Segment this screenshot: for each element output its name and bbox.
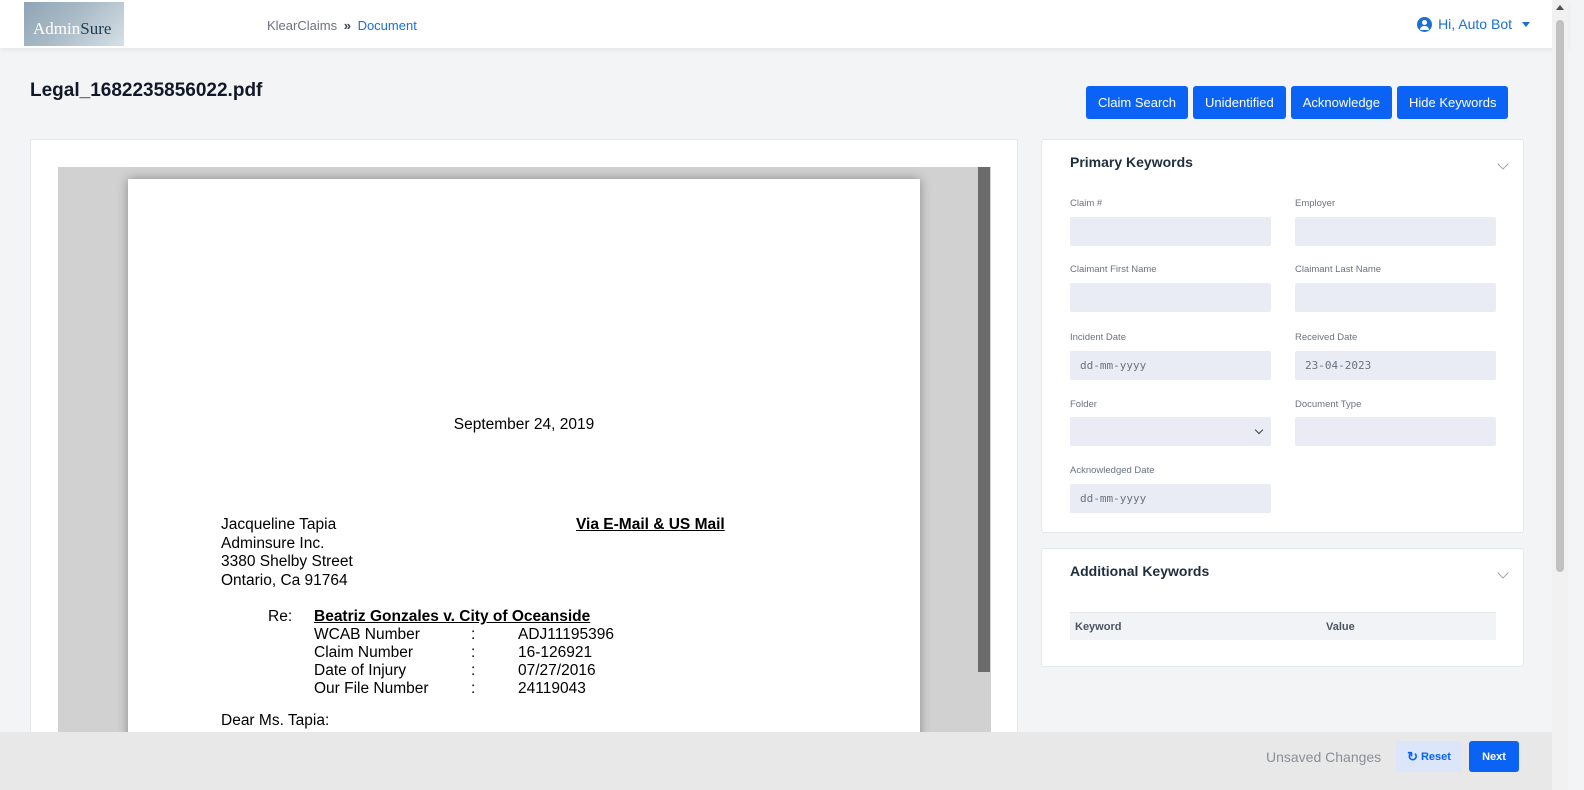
re-row-key: Our File Number bbox=[314, 680, 429, 697]
chevron-down-icon[interactable] bbox=[1497, 567, 1509, 579]
next-button[interactable]: Next bbox=[1469, 741, 1519, 772]
employer-input[interactable] bbox=[1295, 217, 1496, 246]
re-row-key: Date of Injury bbox=[314, 662, 407, 679]
reset-icon: ↻ bbox=[1407, 748, 1418, 764]
recipient-address: Jacqueline Tapia Adminsure Inc. 3380 She… bbox=[221, 516, 353, 590]
received-date-label: Received Date bbox=[1295, 332, 1358, 343]
caret-down-icon bbox=[1522, 21, 1530, 27]
address-line: Ontario, Ca 91764 bbox=[221, 571, 348, 589]
logo-text-sure: Sure bbox=[80, 19, 112, 38]
pdf-page: September 24, 2019 Jacqueline Tapia Admi… bbox=[128, 179, 920, 779]
claimant-last-name-input[interactable] bbox=[1295, 283, 1496, 312]
claim-number-label: Claim # bbox=[1070, 198, 1103, 209]
user-greeting: Hi, Auto Bot bbox=[1438, 16, 1512, 32]
delivery-method: Via E-Mail & US Mail bbox=[576, 516, 725, 533]
reset-label: Reset bbox=[1420, 750, 1451, 763]
breadcrumb-root[interactable]: KlearClaims bbox=[267, 18, 337, 33]
value-column-header: Value bbox=[1326, 621, 1355, 633]
additional-keywords-panel: Additional Keywords Keyword Value bbox=[1041, 548, 1524, 667]
claimant-first-name-input[interactable] bbox=[1070, 283, 1271, 312]
claimant-first-name-label: Claimant First Name bbox=[1070, 264, 1157, 275]
unidentified-button[interactable]: Unidentified bbox=[1193, 86, 1286, 119]
user-circle-icon bbox=[1417, 16, 1433, 32]
pdf-viewer-scrollbar[interactable] bbox=[978, 167, 990, 672]
document-title: Legal_1682235856022.pdf bbox=[30, 80, 263, 101]
scroll-up-arrow-icon[interactable] bbox=[1556, 5, 1564, 10]
page-scrollbar[interactable] bbox=[1552, 0, 1568, 790]
page-scrollbar-thumb[interactable] bbox=[1556, 20, 1564, 572]
breadcrumb-current[interactable]: Document bbox=[358, 18, 417, 33]
document-actions: Claim Search Unidentified Acknowledge Hi… bbox=[1086, 86, 1509, 119]
additional-keywords-title: Additional Keywords bbox=[1070, 563, 1210, 579]
re-row-value: 16-126921 bbox=[518, 644, 593, 661]
document-type-label: Document Type bbox=[1295, 399, 1362, 410]
logo-text-admin: Admin bbox=[33, 19, 81, 38]
address-line: Jacqueline Tapia bbox=[221, 516, 337, 533]
primary-keywords-title: Primary Keywords bbox=[1070, 154, 1193, 170]
keywords-table-header: Keyword Value bbox=[1070, 612, 1496, 640]
adminsure-logo[interactable]: AdminSure bbox=[24, 2, 124, 46]
re-row-colon: : bbox=[471, 662, 476, 679]
re-row-colon: : bbox=[471, 680, 476, 697]
chevron-down-icon bbox=[1254, 425, 1264, 435]
employer-label: Employer bbox=[1295, 198, 1336, 209]
reset-button[interactable]: ↻ Reset bbox=[1396, 741, 1462, 772]
primary-keywords-panel: Primary Keywords Claim # Employer Claima… bbox=[1041, 139, 1524, 533]
document-type-input[interactable] bbox=[1295, 417, 1496, 446]
letter-date: September 24, 2019 bbox=[453, 416, 595, 433]
claim-search-button[interactable]: Claim Search bbox=[1086, 86, 1189, 119]
received-date-input[interactable]: 23-04-2023 bbox=[1295, 351, 1496, 380]
footer-bar: Unsaved Changes ↻ Reset Next bbox=[0, 732, 1552, 790]
pdf-viewer[interactable]: September 24, 2019 Jacqueline Tapia Admi… bbox=[58, 167, 991, 779]
re-row-value: 07/27/2016 bbox=[518, 662, 596, 679]
re-row-colon: : bbox=[471, 644, 476, 661]
folder-select[interactable] bbox=[1070, 417, 1271, 446]
re-row-key: WCAB Number bbox=[314, 626, 420, 643]
address-line: 3380 Shelby Street bbox=[221, 553, 353, 570]
re-row-value: ADJ11195396 bbox=[518, 626, 614, 643]
acknowledged-date-label: Acknowledged Date bbox=[1070, 465, 1155, 476]
claimant-last-name-label: Claimant Last Name bbox=[1295, 264, 1382, 275]
pdf-viewer-card: September 24, 2019 Jacqueline Tapia Admi… bbox=[30, 139, 1018, 779]
breadcrumb: KlearClaims » Document bbox=[267, 18, 417, 33]
hide-keywords-button[interactable]: Hide Keywords bbox=[1397, 86, 1509, 119]
top-navbar: AdminSure KlearClaims » Document Hi, Aut… bbox=[0, 0, 1568, 48]
re-label: Re: bbox=[268, 608, 293, 625]
address-line: Adminsure Inc. bbox=[221, 534, 325, 552]
folder-label: Folder bbox=[1070, 399, 1097, 410]
acknowledged-date-input[interactable]: dd-mm-yyyy bbox=[1070, 484, 1271, 513]
breadcrumb-separator: » bbox=[343, 18, 351, 33]
re-row-key: Claim Number bbox=[314, 644, 414, 661]
keyword-column-header: Keyword bbox=[1075, 621, 1122, 633]
case-title: Beatriz Gonzales v. City of Oceanside bbox=[314, 608, 591, 625]
incident-date-input[interactable]: dd-mm-yyyy bbox=[1070, 351, 1271, 380]
re-row-value: 24119043 bbox=[518, 680, 586, 697]
acknowledge-button[interactable]: Acknowledge bbox=[1290, 86, 1393, 119]
claim-number-input[interactable] bbox=[1070, 217, 1271, 246]
re-row-colon: : bbox=[471, 626, 476, 643]
unsaved-changes-status: Unsaved Changes bbox=[1266, 749, 1382, 765]
user-menu[interactable]: Hi, Auto Bot bbox=[1417, 16, 1530, 32]
salutation: Dear Ms. Tapia: bbox=[221, 712, 330, 729]
chevron-down-icon[interactable] bbox=[1497, 158, 1509, 170]
incident-date-label: Incident Date bbox=[1070, 332, 1126, 343]
